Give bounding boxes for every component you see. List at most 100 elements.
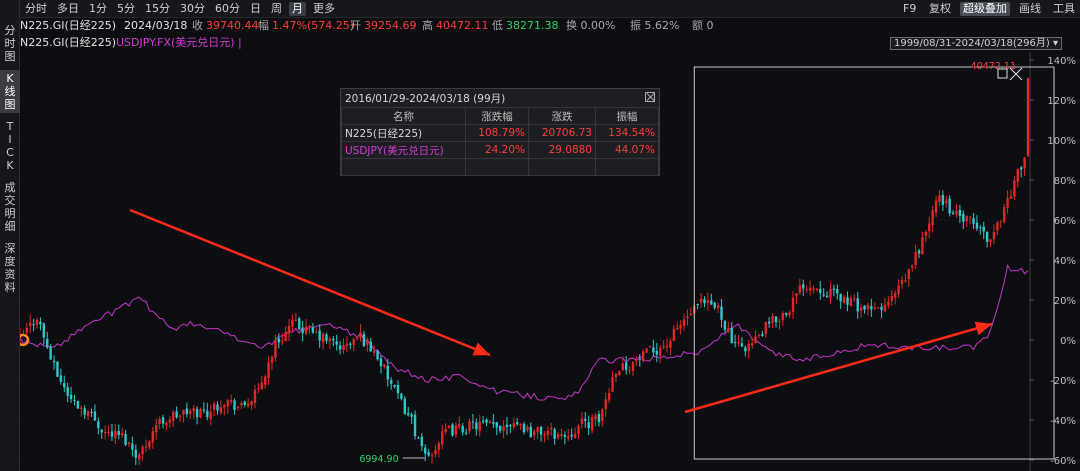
candle-body [590,417,594,430]
candle-body [284,331,287,341]
candle-body [386,365,389,380]
candle-body [607,392,611,400]
period-button-3[interactable]: 5分 [114,2,138,16]
stats-header-1: 涨跌幅 [465,107,530,125]
stats-cell-empty [340,158,467,176]
candle-body [853,298,856,300]
sidebar-tab-1[interactable]: K线图 [0,70,20,113]
sidebar-tab-0[interactable]: 分时图 [0,22,20,65]
candle-body [907,269,911,279]
candle-body [652,347,655,353]
candle-body [389,380,393,384]
candle-body [498,425,502,431]
close-icon[interactable] [645,92,655,102]
low-value: 38271.38 [506,19,559,32]
candle-body [614,373,618,378]
candle-body [594,415,597,419]
legend-overlay-series[interactable]: USDJPY.FX(美元兑日元) [116,35,235,51]
candle-body [410,414,413,417]
range-stats-popup: 2016/01/29-2024/03/18 (99月) 名称 涨跌幅 涨跌 振幅 N2… [340,88,660,176]
amount: 额 0 [692,19,714,32]
stats-row: USDJPY(美元兑日元) 24.20% 29.0880 44.07% [340,141,660,159]
candle-body [318,330,321,341]
candle-body [352,339,355,346]
toolbar-right-button-3[interactable]: 复权 [926,2,954,16]
period-toolbar: 分时 多日 1分 5分 15分 30分 60分日周月更多 工具 画线 超级叠加 复权 F9 [20,0,1080,18]
candle-body [223,405,226,408]
period-button-0[interactable]: 分时 [22,2,50,16]
candle-body [1013,180,1016,197]
candle-body [413,414,417,437]
period-button-9[interactable]: 月 [289,2,306,16]
candle-body [730,327,733,344]
candle-body [270,357,274,363]
candle-body [713,302,716,308]
legend-main-series[interactable]: N225.GI(日经225) [20,35,116,51]
max-price-label: 40472.11 [971,61,1016,72]
sidebar-tab-3[interactable]: 成交明细 [0,179,20,235]
toolbar-right-button-0[interactable]: 工具 [1050,2,1078,16]
candle-body [325,334,328,341]
candle-body [785,313,788,315]
period-button-4[interactable]: 15分 [142,2,173,16]
period-button-7[interactable]: 日 [247,2,264,16]
candle-body [240,402,243,406]
quote-bar: N225.GI(日经225) 2024/03/18 收 39740.44 幅 1… [20,18,1080,34]
candle-body [948,198,951,214]
sidebar-tab-4[interactable]: 深度资料 [0,240,20,296]
candle-body [97,421,100,429]
period-button-6[interactable]: 60分 [212,2,243,16]
candle-body [934,200,938,213]
candle-body [430,455,434,457]
candle-body [931,210,934,226]
candle-body [703,299,706,304]
quote-date: 2024/03/18 [124,19,188,32]
left-tab-bar: 分时图 K线图 TICK 成交明细深度资料 [0,0,20,471]
candle-body [471,421,475,423]
candle-body [689,313,693,316]
candle-body [359,332,362,338]
candle-body [805,288,808,291]
candle-body [917,250,921,254]
candle-body [461,425,464,433]
candle-body [195,408,199,418]
candle-body [400,393,403,399]
candle-body [178,415,182,417]
candle-body [601,409,604,421]
candle-body [86,411,90,417]
period-button-5[interactable]: 30分 [177,2,208,16]
candle-body [182,410,185,415]
period-button-10[interactable]: 更多 [310,2,338,16]
candle-body [93,411,97,421]
candle-body [628,370,631,372]
candle-body [740,343,744,347]
candle-body [172,412,175,421]
candle-body [839,293,842,302]
candle-body [192,407,195,412]
candle-body [662,346,665,348]
candle-body [597,413,601,423]
sidebar-tab-2[interactable]: TICK [0,118,20,174]
candle-body [291,319,294,327]
candle-body [396,384,400,394]
date-range-selector[interactable]: 1999/08/31-2024/03/18(296月) ▾ [890,37,1062,50]
candle-body [383,364,386,367]
candle-body [720,306,723,320]
toolbar-right-button-1[interactable]: 画线 [1016,2,1044,16]
period-button-1[interactable]: 多日 [54,2,82,16]
toolbar-right-button-2[interactable]: 超级叠加 [960,2,1010,16]
candle-body [379,358,383,367]
candle-body [822,294,825,296]
period-button-8[interactable]: 周 [268,2,285,16]
candle-body [655,350,659,355]
candle-body [676,328,679,330]
candle-body [294,319,298,321]
candle-body [137,454,141,460]
toolbar-right-button-4[interactable]: F9 [900,2,919,16]
candle-body [679,324,682,329]
candle-body [754,336,757,344]
candle-body [29,322,32,327]
period-button-2[interactable]: 1分 [86,2,110,16]
candle-body [226,400,229,407]
y-tick-label: 80% [1054,176,1076,187]
